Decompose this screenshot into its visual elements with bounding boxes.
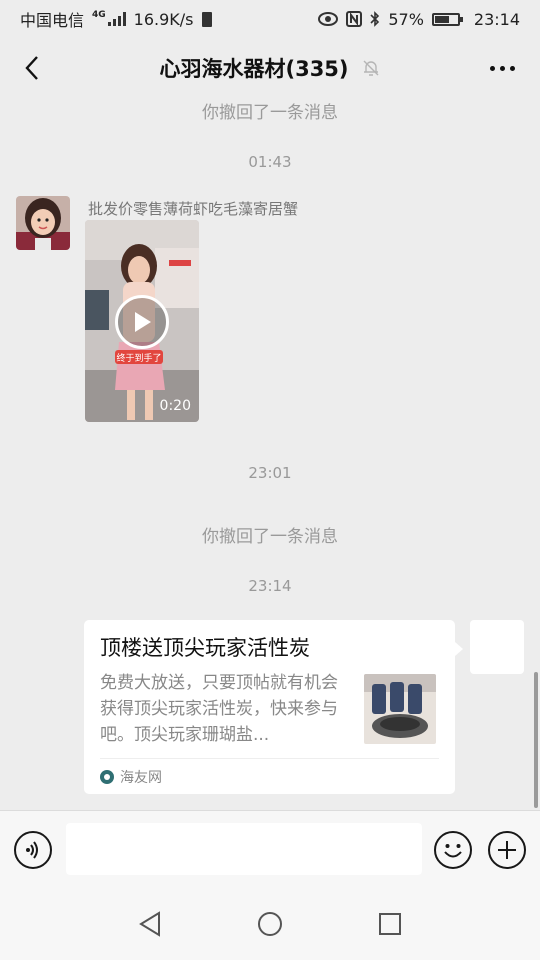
more-dots-icon: [489, 65, 495, 71]
chevron-left-icon: [25, 56, 38, 80]
recall-notice: 你撤回了一条消息: [202, 103, 338, 123]
message-input[interactable]: [66, 823, 422, 875]
battery-icon: [431, 12, 463, 26]
title-group: 心羽海水器材(335): [159, 53, 380, 83]
nav-recents-button[interactable]: [368, 902, 412, 946]
bluetooth-icon: [370, 11, 380, 27]
status-right: 57% 23:14: [318, 10, 520, 29]
video-duration: 0:20: [159, 398, 191, 414]
status-bar: 中国电信 4G 16.9K/s 57% 23:14: [0, 0, 540, 38]
nav-back-button[interactable]: [128, 902, 172, 946]
back-button[interactable]: [14, 50, 50, 86]
network-type: 4G: [92, 10, 106, 20]
smiley-icon: [444, 844, 462, 858]
triangle-back-icon: [139, 911, 160, 937]
play-button[interactable]: [115, 295, 169, 349]
bell-off-icon: [363, 60, 379, 76]
nfc-icon: [346, 11, 363, 27]
carrier-label: 中国电信: [20, 11, 85, 30]
card-thumbnail: [364, 674, 436, 744]
video-sticker-text: 终于到手了: [116, 352, 161, 364]
plus-button[interactable]: [488, 831, 526, 869]
timestamp: 23:14: [248, 577, 292, 595]
chat-area[interactable]: 你撤回了一条消息 01:43 批发价零售薄荷虾吃毛藻寄居蟹 终于到手了 0:20…: [0, 98, 540, 810]
sd-card-icon: [201, 11, 212, 27]
card-title: 顶楼送顶尖玩家活性炭: [100, 636, 310, 660]
system-nav-bar: [0, 888, 540, 960]
battery-percent: 57%: [388, 9, 424, 29]
play-icon: [135, 312, 151, 332]
nav-home-button[interactable]: [248, 902, 292, 946]
my-avatar[interactable]: [470, 620, 524, 674]
chat-header: 心羽海水器材(335): [0, 38, 540, 98]
signal-icon: [107, 12, 126, 26]
timestamp: 01:43: [248, 153, 292, 171]
chat-title: 心羽海水器材(335): [159, 57, 349, 81]
scrollbar[interactable]: [534, 672, 538, 808]
more-button[interactable]: [484, 54, 520, 82]
link-card-message[interactable]: 顶楼送顶尖玩家活性炭 免费大放送，只要顶帖就有机会获得顶尖玩家活性炭，快来参与吧…: [84, 620, 463, 794]
voice-button[interactable]: [14, 831, 52, 869]
square-recents-icon: [379, 913, 401, 935]
plus-circle-icon: [498, 841, 516, 859]
voice-icon: [26, 841, 38, 859]
timestamp: 23:01: [248, 464, 292, 482]
card-description: 免费大放送，只要顶帖就有机会获得顶尖玩家活性炭，快来参与吧。顶尖玩家珊瑚盐...: [100, 673, 338, 745]
emoji-button[interactable]: [434, 831, 472, 869]
circle-home-icon: [258, 912, 282, 936]
video-message[interactable]: 终于到手了 0:20: [85, 220, 199, 422]
source-name: 海友网: [120, 769, 162, 786]
eye-icon: [318, 12, 339, 26]
card-body: 免费大放送，只要顶帖就有机会获得顶尖玩家活性炭，快来参与吧。顶尖玩家珊瑚盐...: [100, 670, 439, 748]
card-source: 海友网: [100, 758, 439, 794]
network-speed: 16.9K/s: [133, 9, 194, 29]
sender-name: 批发价零售薄荷虾吃毛藻寄居蟹: [88, 200, 299, 218]
recall-notice: 你撤回了一条消息: [202, 527, 338, 547]
input-bar: [0, 810, 540, 888]
clock: 23:14: [473, 9, 520, 29]
sender-avatar[interactable]: [16, 196, 70, 250]
status-left: 中国电信 4G 16.9K/s: [20, 7, 212, 31]
source-logo-icon: [100, 769, 114, 784]
